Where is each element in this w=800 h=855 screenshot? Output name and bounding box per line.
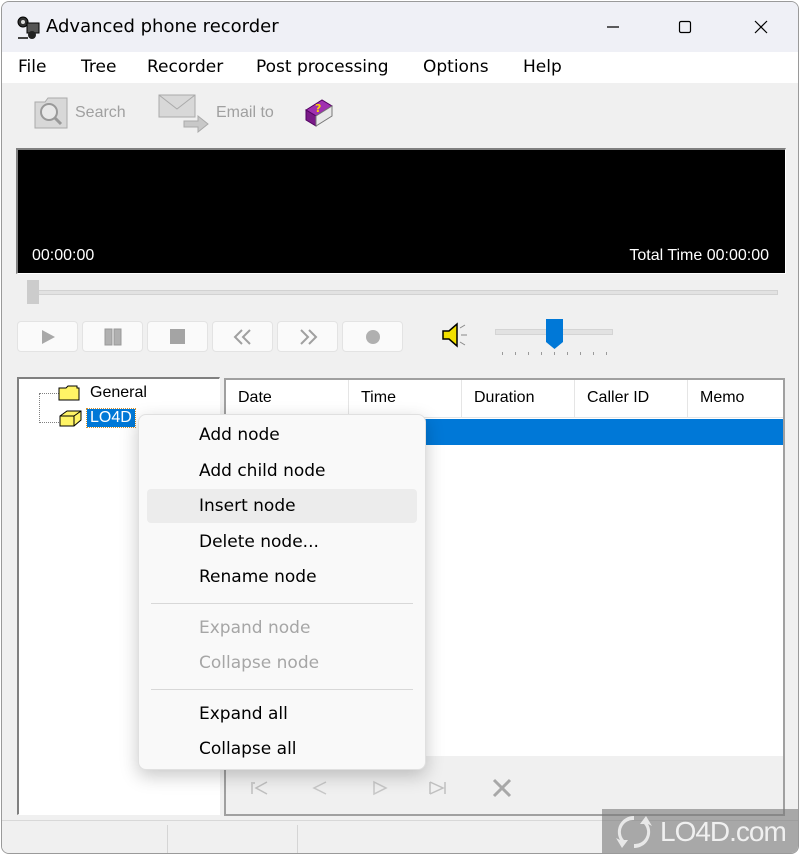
folder-closed-icon: [58, 385, 80, 401]
total-time: Total Time 00:00:00: [629, 247, 769, 264]
previous-icon: [312, 781, 327, 795]
tree-node-general[interactable]: General: [57, 382, 150, 404]
email-to-button[interactable]: Email to: [158, 93, 274, 133]
menu-item-insert-node[interactable]: Insert node: [147, 489, 417, 523]
menu-options[interactable]: Options: [423, 57, 489, 77]
menu-item-expand-all[interactable]: Expand all: [147, 697, 417, 731]
watermark: LO4D.com: [602, 809, 798, 853]
column-header-date[interactable]: Date: [226, 380, 349, 418]
stop-button[interactable]: [147, 321, 208, 352]
help-button[interactable]: ?: [302, 93, 334, 133]
watermark-logo-icon: [616, 815, 652, 849]
menu-item-add-child-node[interactable]: Add child node: [147, 454, 417, 488]
delete-record-button[interactable]: [490, 776, 514, 800]
menu-item-expand-node[interactable]: Expand node: [147, 611, 417, 645]
volume-tick: [515, 352, 516, 355]
menu-item-add-node[interactable]: Add node: [147, 418, 417, 452]
status-divider: [167, 825, 168, 853]
watermark-text: LO4D.com: [660, 816, 787, 847]
volume-tick: [541, 352, 542, 355]
play-button[interactable]: [17, 321, 78, 352]
menu-separator: [151, 603, 413, 604]
title-bar: Advanced phone recorder: [2, 2, 798, 52]
menu-item-collapse-all[interactable]: Collapse all: [147, 732, 417, 766]
menu-help[interactable]: Help: [523, 57, 562, 77]
delete-icon: [492, 778, 512, 798]
menu-separator: [151, 689, 413, 690]
tree-context-menu: Add node Add child node Insert node Dele…: [138, 414, 426, 770]
app-icon: [17, 16, 40, 39]
help-book-icon: ?: [305, 99, 333, 127]
pause-icon: [104, 328, 121, 345]
seek-slider-thumb[interactable]: [27, 280, 39, 304]
maximize-icon: [678, 20, 692, 34]
rewind-icon: [233, 328, 251, 345]
stop-icon: [170, 329, 185, 344]
menu-tree[interactable]: Tree: [81, 57, 116, 77]
previous-record-button[interactable]: [308, 776, 332, 800]
first-record-button[interactable]: [248, 776, 272, 800]
menu-item-collapse-node[interactable]: Collapse node: [147, 646, 417, 680]
status-divider: [297, 825, 298, 853]
app-window: Advanced phone recorder File Tree Record…: [1, 1, 799, 854]
close-icon: [754, 20, 768, 34]
tree-node-label: LO4D: [86, 408, 136, 428]
next-record-button[interactable]: [368, 776, 392, 800]
volume-tick: [554, 352, 555, 355]
next-icon: [373, 780, 388, 796]
window-title: Advanced phone recorder: [46, 16, 279, 37]
speaker-icon[interactable]: [440, 320, 470, 350]
maximize-button[interactable]: [662, 2, 708, 52]
fast-forward-icon: [299, 328, 317, 345]
column-header-time[interactable]: Time: [349, 380, 462, 418]
tree-node-label: General: [90, 384, 147, 401]
volume-tick: [567, 352, 568, 355]
column-header-caller-id[interactable]: Caller ID: [575, 380, 688, 418]
volume-tick: [528, 352, 529, 355]
current-time: 00:00:00: [32, 247, 95, 264]
first-icon: [251, 781, 268, 795]
email-icon: [158, 94, 209, 133]
volume-tick: [502, 352, 503, 355]
search-label: Search: [75, 104, 126, 121]
play-icon: [41, 329, 55, 344]
record-button[interactable]: [342, 321, 403, 352]
fast-forward-button[interactable]: [277, 321, 338, 352]
menu-file[interactable]: File: [18, 57, 46, 77]
toolbar: Search Email to ?: [2, 83, 798, 143]
pause-button[interactable]: [82, 321, 143, 352]
volume-slider-thumb[interactable]: [545, 318, 564, 350]
volume-tick: [606, 352, 607, 355]
folder-open-icon: [59, 410, 82, 427]
volume-tick: [580, 352, 581, 355]
column-header-duration[interactable]: Duration: [462, 380, 575, 418]
search-icon: [34, 97, 68, 129]
menu-post-processing[interactable]: Post processing: [256, 57, 389, 77]
menu-item-delete-node[interactable]: Delete node...: [147, 525, 417, 559]
menu-recorder[interactable]: Recorder: [147, 57, 223, 77]
close-button[interactable]: [738, 2, 784, 52]
seek-slider-track[interactable]: [38, 290, 778, 295]
volume-tick: [593, 352, 594, 355]
minimize-button[interactable]: [590, 2, 636, 52]
time-display: 00:00:00 Total Time 00:00:00: [16, 148, 786, 274]
menu-item-rename-node[interactable]: Rename node: [147, 560, 417, 594]
menu-bar: File Tree Recorder Post processing Optio…: [2, 52, 798, 83]
volume-ticks: [502, 352, 607, 356]
email-to-label: Email to: [216, 104, 274, 121]
last-record-button[interactable]: [426, 776, 450, 800]
minimize-icon: [607, 26, 619, 28]
column-header-memo[interactable]: Memo: [688, 380, 783, 418]
tree-node-lo4d[interactable]: LO4D: [57, 407, 136, 429]
last-icon: [429, 781, 446, 795]
search-button[interactable]: Search: [33, 93, 126, 133]
rewind-button[interactable]: [212, 321, 273, 352]
record-icon: [365, 329, 380, 344]
list-header: Date Time Duration Caller ID Memo: [226, 380, 783, 418]
svg-text:?: ?: [315, 102, 321, 115]
